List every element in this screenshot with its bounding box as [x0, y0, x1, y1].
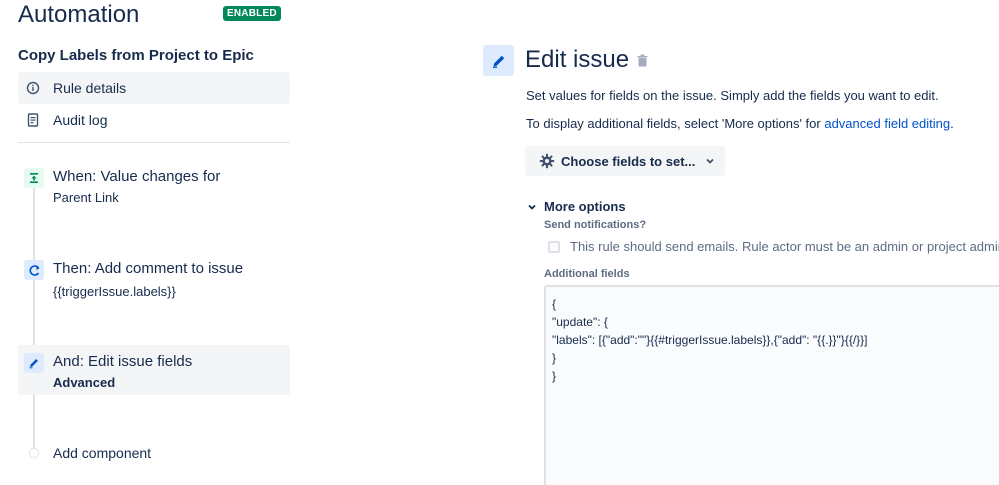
- step-title: Then: Add comment to issue: [53, 260, 244, 277]
- choose-fields-button[interactable]: Choose fields to set...: [525, 146, 725, 176]
- sidebar-item-rule-details[interactable]: Rule details: [18, 72, 290, 104]
- checkbox-label: This rule should send emails. Rule actor…: [570, 239, 999, 254]
- chevron-down-icon: [705, 156, 715, 166]
- trigger-icon: [24, 168, 44, 188]
- sidebar-item-label: Rule details: [53, 80, 127, 96]
- document-icon: [18, 113, 48, 127]
- divider: [18, 142, 290, 143]
- panel-title: Edit issue: [525, 46, 648, 74]
- gear-icon: [539, 153, 555, 169]
- step-title: When: Value changes for: [53, 168, 221, 185]
- page-title: Automation: [18, 1, 140, 28]
- desc-suffix: .: [950, 116, 954, 131]
- timeline-connector: [33, 175, 35, 457]
- step-trigger[interactable]: When: Value changes for Parent Link: [18, 160, 290, 216]
- json-line: "labels": [{"add":""}{{#triggerIssue.lab…: [552, 333, 868, 347]
- panel-title-text: Edit issue: [525, 46, 630, 73]
- more-options-label: More options: [544, 199, 626, 214]
- step-action-comment[interactable]: Then: Add comment to issue {{triggerIssu…: [18, 252, 290, 308]
- more-options-toggle[interactable]: More options: [527, 199, 626, 214]
- json-line: }: [552, 369, 557, 383]
- step-subtitle: Parent Link: [53, 190, 119, 205]
- trash-icon[interactable]: [637, 54, 648, 67]
- add-dot-icon: [29, 448, 39, 458]
- step-subtitle: Advanced: [53, 375, 116, 390]
- send-notifications-label: Send notifications?: [544, 219, 647, 231]
- step-title: And: Edit issue fields: [53, 353, 193, 370]
- info-icon: [18, 81, 48, 95]
- checkbox[interactable]: [548, 240, 560, 253]
- add-component-label: Add component: [53, 445, 152, 461]
- additional-fields-label: Additional fields: [544, 268, 630, 280]
- rule-name: Copy Labels from Project to Epic: [18, 47, 254, 64]
- panel-description-2: To display additional fields, select 'Mo…: [526, 116, 954, 131]
- json-line: }: [552, 351, 557, 365]
- action-icon: [24, 260, 44, 280]
- add-component-button[interactable]: Add component: [18, 440, 151, 466]
- send-notifications-checkbox[interactable]: This rule should send emails. Rule actor…: [548, 239, 999, 254]
- choose-fields-label: Choose fields to set...: [561, 153, 696, 169]
- json-line: "update": {: [552, 315, 608, 329]
- json-line: {: [552, 297, 557, 311]
- chevron-down-icon: [527, 202, 537, 212]
- pencil-icon: [24, 353, 44, 373]
- pencil-icon: [483, 45, 514, 76]
- sidebar-item-label: Audit log: [53, 112, 108, 128]
- step-action-edit[interactable]: And: Edit issue fields Advanced: [18, 345, 290, 395]
- sidebar-item-audit-log[interactable]: Audit log: [18, 104, 290, 136]
- advanced-field-editing-link[interactable]: advanced field editing: [824, 116, 950, 131]
- step-subtitle: {{triggerIssue.labels}}: [53, 284, 176, 299]
- status-badge: ENABLED: [223, 6, 281, 21]
- desc-text: To display additional fields, select 'Mo…: [526, 116, 825, 131]
- additional-fields-textarea[interactable]: { "update": { "labels": [{"add":""}{{#tr…: [544, 285, 999, 485]
- panel-description: Set values for fields on the issue. Simp…: [526, 88, 939, 103]
